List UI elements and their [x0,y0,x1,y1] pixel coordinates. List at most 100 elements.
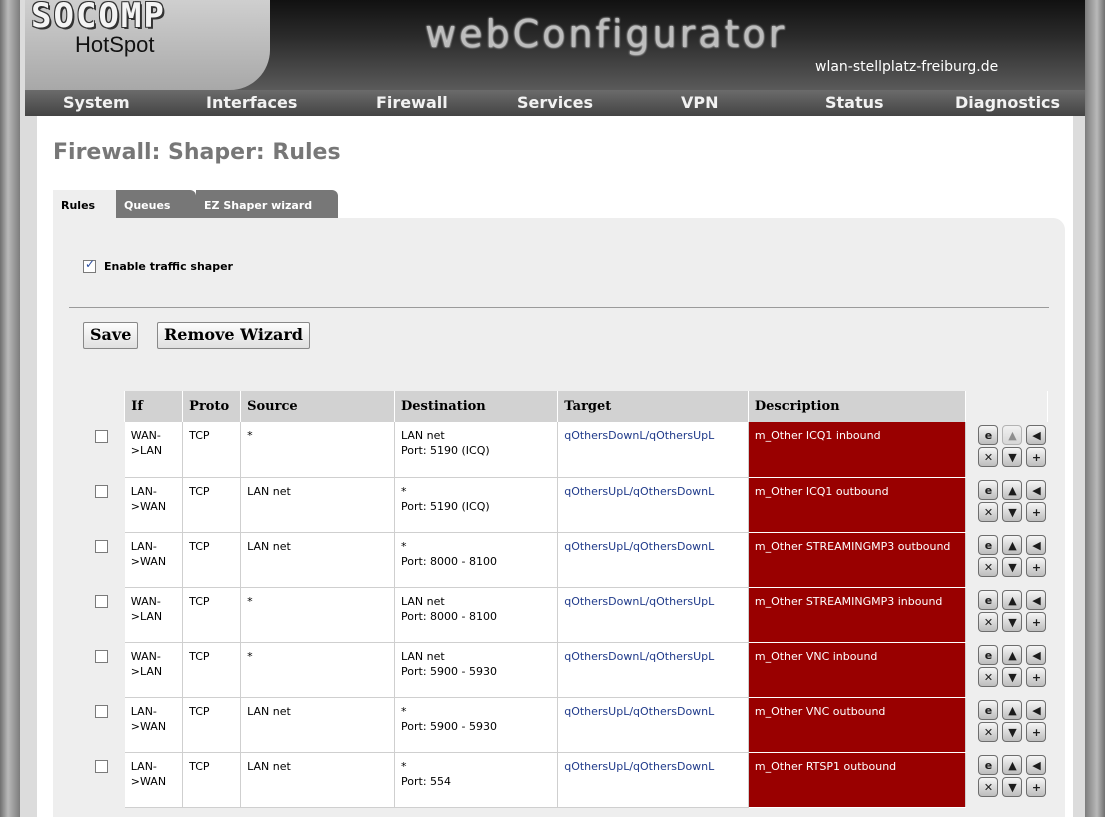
destination-port: Port: 554 [401,774,452,788]
destination-port: Port: 5190 (ICQ) [401,444,490,457]
row-select-checkbox[interactable] [95,595,108,608]
delete-icon[interactable]: ✕ [978,502,999,522]
add-icon[interactable]: + [1026,667,1047,687]
move-up-icon[interactable]: ▲ [1002,425,1023,445]
move-down-icon[interactable]: ▼ [1002,777,1023,797]
row-actions: e ▲ ◀ ✕ ▼ + [965,587,1048,642]
move-up-icon[interactable]: ▲ [1002,755,1023,775]
cell-description: m_Other RTSP1 outbound [748,752,967,808]
action-icons: e ▲ ◀ ✕ ▼ + [978,425,1047,467]
delete-icon[interactable]: ✕ [978,612,999,632]
destination-port: Port: 8000 - 8100 [401,609,497,623]
action-icons: e ▲ ◀ ✕ ▼ + [978,590,1047,632]
move-down-icon[interactable]: ▼ [1002,722,1023,742]
move-down-icon[interactable]: ▼ [1002,447,1023,467]
save-button[interactable]: Save [83,322,139,349]
edit-icon[interactable]: e [978,425,999,445]
add-icon[interactable]: + [1026,447,1047,467]
move-before-icon[interactable]: ◀ [1026,480,1047,500]
table-row: LAN- >WAN TCP LAN net * Port: 5900 - 5930 qOth… [83,697,1048,753]
move-up-icon[interactable]: ▲ [1002,535,1023,555]
row-select-checkbox[interactable] [95,430,108,443]
row-actions: e ▲ ◀ ✕ ▼ + [965,752,1048,807]
edit-icon[interactable]: e [978,645,999,665]
edit-icon[interactable]: e [978,700,999,720]
nav-interfaces[interactable]: Interfaces [206,93,297,112]
delete-icon[interactable]: ✕ [978,777,999,797]
cell-if: LAN- >WAN [124,697,184,753]
move-down-icon[interactable]: ▼ [1002,557,1023,577]
edit-icon[interactable]: e [978,755,999,775]
header-select [83,391,126,422]
destination-port: Port: 5190 (ICQ) [401,499,490,513]
tab-queues[interactable]: Queues [116,190,196,218]
table-row: LAN- >WAN TCP LAN net * Port: 554 qOthersUpL/q… [83,752,1048,808]
cell-source: * [240,422,396,478]
action-icons: e ▲ ◀ ✕ ▼ + [978,535,1047,577]
if-line-2: >LAN [130,444,163,457]
cell-proto: TCP [182,697,242,753]
header: SOCOMP HotSpot webConfigurator wlan-stel… [25,0,1085,90]
if-line-1: LAN- [130,484,157,498]
delete-icon[interactable]: ✕ [978,722,999,742]
cell-if: LAN- >WAN [124,752,184,808]
header-proto: Proto [182,391,242,422]
add-icon[interactable]: + [1026,722,1047,742]
add-icon[interactable]: + [1026,777,1047,797]
delete-icon[interactable]: ✕ [978,447,999,467]
row-select-checkbox[interactable] [95,650,108,663]
logo: SOCOMP HotSpot [25,0,270,90]
cell-target: qOthersUpL/qOthersDownL [557,697,749,753]
if-line-2: >WAN [130,719,167,733]
tab-ez-shaper-wizard[interactable]: EZ Shaper wizard [196,190,338,218]
delete-icon[interactable]: ✕ [978,667,999,687]
row-select-checkbox[interactable] [95,485,108,498]
delete-icon[interactable]: ✕ [978,557,999,577]
tab-rules[interactable]: Rules [53,190,116,218]
cell-if: WAN- >LAN [124,587,184,643]
cell-description: m_Other STREAMINGMP3 outbound [748,532,967,588]
row-actions: e ▲ ◀ ✕ ▼ + [965,477,1048,532]
move-before-icon[interactable]: ◀ [1026,645,1047,665]
add-icon[interactable]: + [1026,557,1047,577]
enable-shaper-checkbox[interactable] [83,257,96,273]
add-icon[interactable]: + [1026,502,1047,522]
edit-icon[interactable]: e [978,535,999,555]
cell-source: * [240,642,396,698]
move-down-icon[interactable]: ▼ [1002,502,1023,522]
cell-destination: LAN net Port: 5900 - 5930 [394,642,559,698]
row-select-cell [83,697,125,752]
nav-diagnostics[interactable]: Diagnostics [955,93,1060,112]
cell-description: m_Other ICQ1 inbound [748,422,967,478]
move-down-icon[interactable]: ▼ [1002,612,1023,632]
move-up-icon[interactable]: ▲ [1002,645,1023,665]
edit-icon[interactable]: e [978,480,999,500]
move-down-icon[interactable]: ▼ [1002,667,1023,687]
table-row: WAN- >LAN TCP * LAN net Port: 8000 - 8100 qOth… [83,587,1048,643]
move-up-icon[interactable]: ▲ [1002,480,1023,500]
if-line-2: >WAN [130,774,167,788]
move-before-icon[interactable]: ◀ [1026,535,1047,555]
add-icon[interactable]: + [1026,612,1047,632]
move-before-icon[interactable]: ◀ [1026,755,1047,775]
nav-system[interactable]: System [63,93,130,112]
row-select-checkbox[interactable] [95,705,108,718]
move-up-icon[interactable]: ▲ [1002,590,1023,610]
edit-icon[interactable]: e [978,590,999,610]
nav-status[interactable]: Status [825,93,884,112]
cell-source: LAN net [240,752,396,808]
nav-vpn[interactable]: VPN [681,93,719,112]
main-content: Firewall: Shaper: Rules Rules Queues EZ … [37,116,1073,817]
move-up-icon[interactable]: ▲ [1002,700,1023,720]
row-select-checkbox[interactable] [95,760,108,773]
move-before-icon[interactable]: ◀ [1026,590,1047,610]
cell-destination: LAN net Port: 5190 (ICQ) [394,422,559,478]
move-before-icon[interactable]: ◀ [1026,425,1047,445]
move-before-icon[interactable]: ◀ [1026,700,1047,720]
header-destination: Destination [394,391,559,422]
row-select-checkbox[interactable] [95,540,108,553]
remove-wizard-button[interactable]: Remove Wizard [157,322,310,349]
nav-firewall[interactable]: Firewall [376,93,448,112]
cell-proto: TCP [182,477,242,533]
nav-services[interactable]: Services [517,93,593,112]
